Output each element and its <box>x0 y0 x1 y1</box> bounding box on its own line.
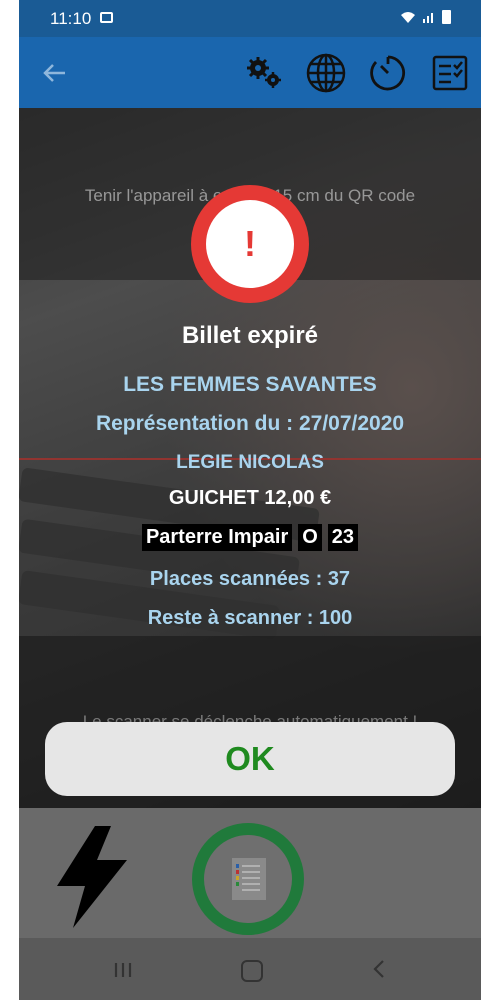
alert-icon: ! <box>191 185 309 303</box>
recent-apps-icon[interactable] <box>113 962 133 978</box>
alert-symbol: ! <box>206 200 294 288</box>
status-bar: 11:10 <box>19 0 481 37</box>
image-notification-icon <box>100 12 113 23</box>
dialog-title: Billet expiré <box>181 322 319 349</box>
show-name: LES FEMMES SAVANTES <box>123 373 377 396</box>
phone-screen: 11:10 Tenir l'appareil à cm du QR code !… <box>19 0 481 1000</box>
status-time: 11:10 <box>50 9 92 28</box>
app-bar <box>19 37 481 108</box>
remaining-count: Reste à scanner : 100 <box>147 607 353 629</box>
seat-number: 23 <box>327 524 359 551</box>
back-arrow-icon[interactable] <box>41 59 69 87</box>
ok-button[interactable]: OK <box>45 722 455 796</box>
document-icon <box>232 858 266 900</box>
scan-button[interactable] <box>192 823 304 935</box>
timer-icon[interactable] <box>367 52 409 94</box>
signal-icon <box>423 13 433 23</box>
checklist-icon[interactable] <box>429 52 471 94</box>
flash-icon[interactable] <box>51 824 131 930</box>
seat-row: O <box>298 524 322 551</box>
bottom-toolbar <box>19 808 481 938</box>
scanned-count: Places scannées : 37 <box>149 568 351 590</box>
nav-back-icon[interactable] <box>371 960 387 978</box>
ticket-holder: LEGIE NICOLAS <box>176 452 324 473</box>
performance-date: Représentation du : 27/07/2020 <box>95 412 405 435</box>
home-icon[interactable] <box>241 960 263 982</box>
wifi-icon <box>401 12 415 23</box>
gear-icon[interactable] <box>243 52 285 94</box>
globe-icon[interactable] <box>305 52 347 94</box>
system-nav-bar <box>19 938 481 1000</box>
status-indicators <box>400 10 451 24</box>
ticket-type: GUICHET 12,00 € <box>168 487 332 509</box>
seat-zone: Parterre Impair <box>141 524 293 551</box>
battery-icon <box>442 10 451 24</box>
seat-info: Parterre Impair O 23 <box>19 524 481 551</box>
